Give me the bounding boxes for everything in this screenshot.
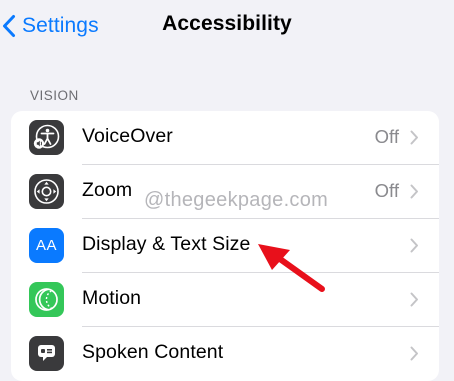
row-voiceover[interactable]: VoiceOver Off	[11, 111, 439, 164]
motion-icon	[29, 282, 64, 317]
icon-glyph: AA	[35, 237, 57, 254]
row-display-text-size[interactable]: AA Display & Text Size	[11, 219, 439, 272]
row-label: Motion	[82, 287, 142, 309]
chevron-right-icon	[410, 130, 418, 145]
row-label: Zoom	[82, 179, 133, 201]
row-value: Off	[374, 126, 399, 147]
chevron-right-icon	[410, 184, 418, 199]
row-zoom[interactable]: Zoom Off	[11, 165, 439, 218]
chevron-right-icon	[410, 238, 418, 253]
voiceover-icon	[29, 120, 64, 155]
vision-settings-list: VoiceOver Off Zoom Off AA Display & Text…	[11, 111, 439, 381]
chevron-right-icon	[410, 292, 418, 307]
row-motion[interactable]: Motion	[11, 273, 439, 326]
page-title: Accessibility	[162, 12, 292, 35]
row-label: Spoken Content	[82, 341, 224, 363]
zoom-icon	[29, 174, 64, 209]
display-text-size-icon: AA	[29, 228, 64, 263]
navigation-bar: Settings Accessibility	[0, 0, 454, 56]
row-label: Display & Text Size	[82, 233, 251, 255]
section-header-vision: VISION	[30, 88, 79, 103]
row-value: Off	[374, 180, 399, 201]
row-label: VoiceOver	[82, 125, 173, 147]
